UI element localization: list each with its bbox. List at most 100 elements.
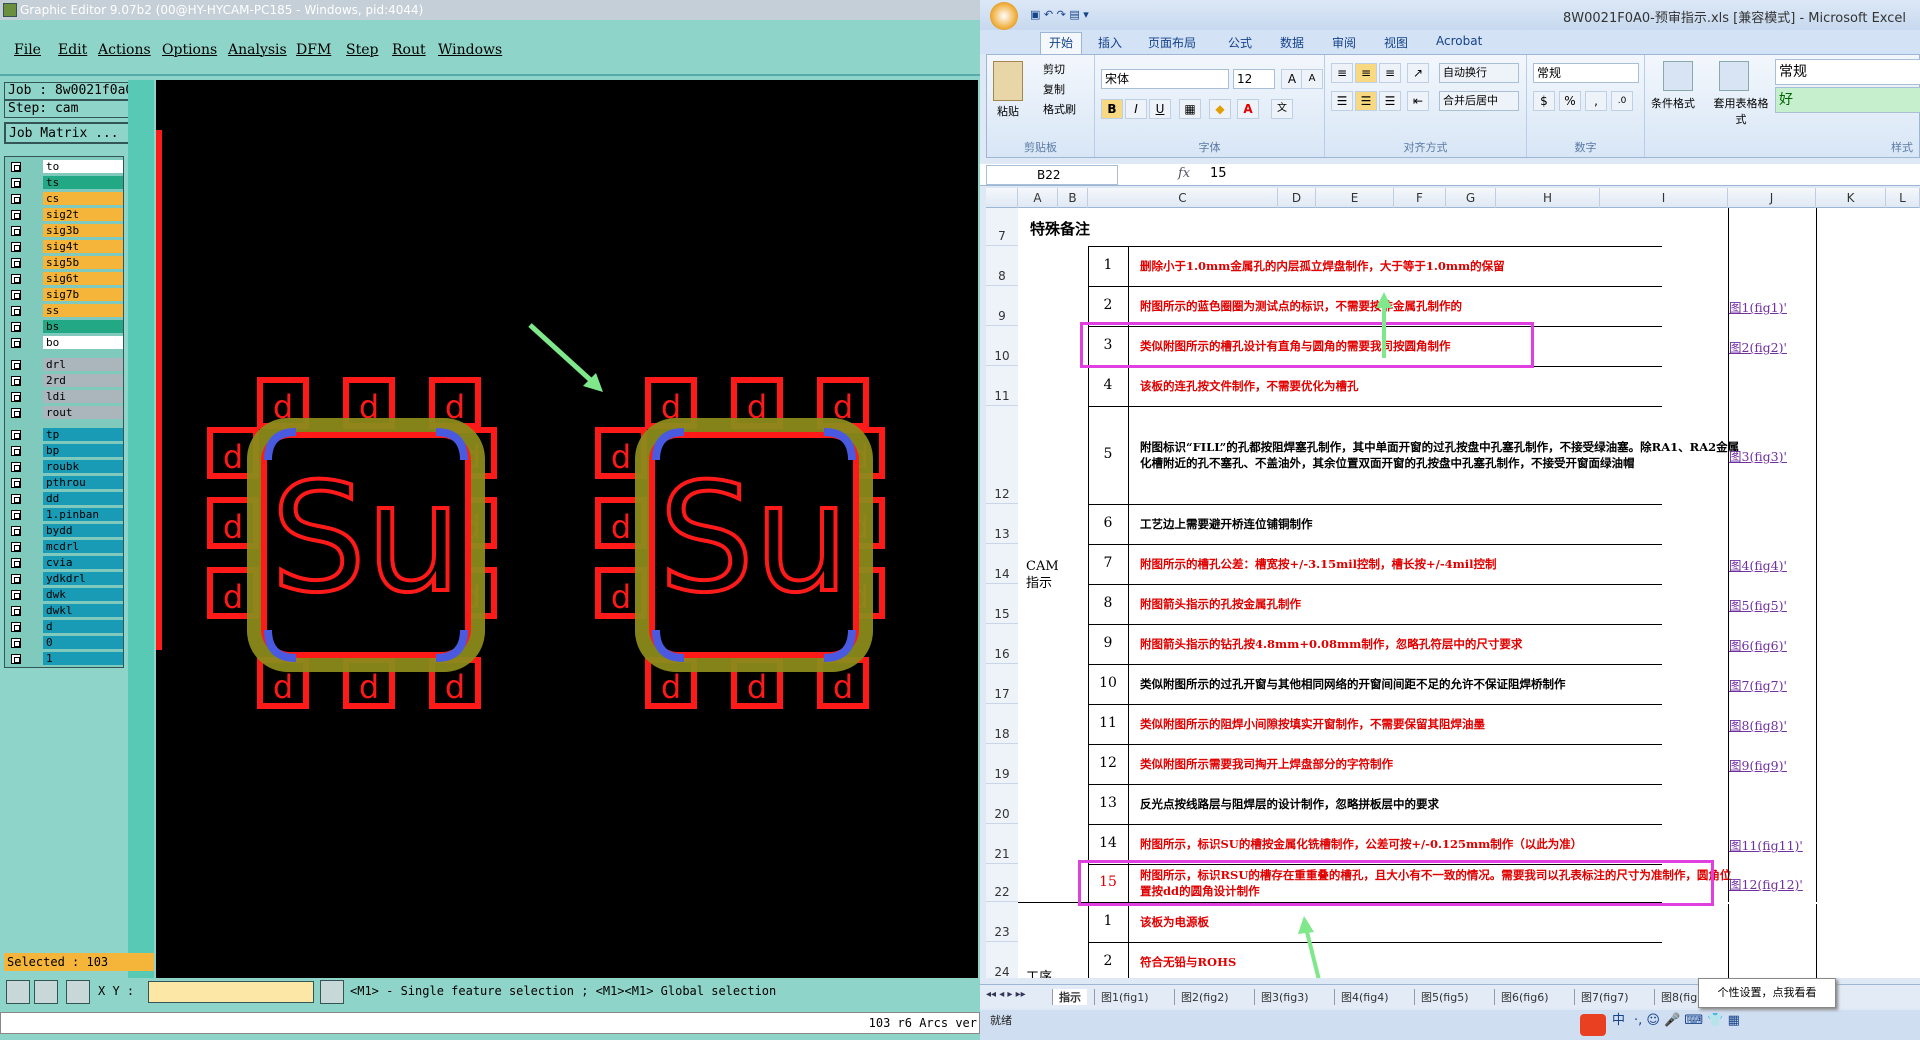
layer-checkbox[interactable] (11, 290, 21, 300)
layer-checkbox[interactable] (11, 162, 21, 172)
figure-link[interactable]: 图11(fig11)' (1729, 835, 1815, 854)
quick-access-icons[interactable]: ▣ ↶ ↷ ▤ ▾ (1030, 8, 1089, 21)
layer-checkbox[interactable] (11, 194, 21, 204)
layer-checkbox[interactable] (11, 210, 21, 220)
item-number[interactable]: 11 (1088, 715, 1128, 731)
layer-row-to[interactable]: to (5, 159, 125, 174)
row-header[interactable]: 8 (986, 246, 1018, 286)
item-number[interactable]: 12 (1088, 755, 1128, 771)
instruction-text[interactable]: 附图所示的蓝色圈圈为测试点的标识，不需要按非金属孔制作的 (1140, 298, 1740, 314)
sheet-tab[interactable]: 图2(fig2) (1174, 989, 1235, 1005)
layer-checkbox[interactable] (11, 590, 21, 600)
layer-checkbox[interactable] (11, 606, 21, 616)
align-bottom-icon[interactable]: ≡ (1379, 63, 1401, 83)
formula-input[interactable]: 15 (1200, 165, 1916, 185)
instruction-text[interactable]: 附图标识“FILL”的孔都按阻焊塞孔制作，其中单面开窗的过孔按盘中孔塞孔制作，不… (1140, 439, 1740, 471)
grid-tool-icon[interactable] (66, 980, 90, 1004)
snap-tool-icon[interactable] (320, 980, 344, 1004)
layer-checkbox[interactable] (11, 178, 21, 188)
item-number[interactable]: 5 (1088, 446, 1128, 462)
item-number[interactable]: 8 (1088, 595, 1128, 611)
decimal-icon[interactable]: .0 (1611, 91, 1633, 111)
item-number[interactable]: 13 (1088, 795, 1128, 811)
table-format-label[interactable]: 套用表格格式 (1711, 95, 1771, 127)
menu-file[interactable]: File (14, 42, 41, 58)
currency-icon[interactable]: $ (1533, 91, 1555, 111)
menu-windows[interactable]: Windows (438, 42, 502, 58)
layer-row-ss[interactable]: ss (5, 303, 125, 318)
column-header-E[interactable]: E (1316, 188, 1394, 208)
layer-row-dwk[interactable]: dwk (5, 587, 125, 602)
tab-insert[interactable]: 插入 (1098, 34, 1122, 51)
sheet-tab[interactable]: 图6(fig6) (1494, 989, 1555, 1005)
tab-home[interactable]: 开始 (1040, 32, 1083, 54)
tab-formulas[interactable]: 公式 (1228, 34, 1252, 51)
item-number[interactable]: 1 (1088, 257, 1128, 273)
tab-acrobat[interactable]: Acrobat (1436, 34, 1482, 48)
row-header[interactable]: 20 (986, 784, 1018, 824)
layer-checkbox[interactable] (11, 510, 21, 520)
layer-checkbox[interactable] (11, 376, 21, 386)
column-header-F[interactable]: F (1394, 188, 1446, 208)
layer-row-mcdrl[interactable]: mcdrl (5, 539, 125, 554)
item-number[interactable]: 2 (1088, 297, 1128, 313)
sheet-tab[interactable]: 图7(fig7) (1574, 989, 1635, 1005)
menu-actions[interactable]: Actions (98, 42, 151, 58)
tab-review[interactable]: 审阅 (1332, 34, 1356, 51)
instruction-text[interactable]: 该板为电源板 (1140, 914, 1740, 930)
select-all-corner[interactable] (986, 188, 1018, 208)
percent-icon[interactable]: % (1559, 91, 1581, 111)
sheet-nav-icons[interactable]: ◂◂ ◂ ▸ ▸▸ (986, 989, 1026, 1000)
layer-row-bs[interactable]: bs (5, 319, 125, 334)
column-header-K[interactable]: K (1816, 188, 1886, 208)
item-number[interactable]: 6 (1088, 515, 1128, 531)
align-left-icon[interactable]: ☰ (1331, 91, 1353, 111)
layer-checkbox[interactable] (11, 430, 21, 440)
row-header[interactable]: 9 (986, 286, 1018, 326)
row-header[interactable]: 13 (986, 504, 1018, 544)
row-header[interactable]: 21 (986, 824, 1018, 864)
layer-checkbox[interactable] (11, 360, 21, 370)
font-color-icon[interactable]: A (1237, 99, 1259, 119)
row-header[interactable]: 14 (986, 544, 1018, 584)
column-header-C[interactable]: C (1088, 188, 1278, 208)
row-header[interactable]: 11 (986, 366, 1018, 406)
figure-link[interactable]: 图2(fig2)' (1729, 337, 1815, 356)
bold-icon[interactable]: B (1101, 99, 1123, 119)
column-header-J[interactable]: J (1728, 188, 1816, 208)
layer-row-sig2t[interactable]: sig2t (5, 207, 125, 222)
layer-row-cvia[interactable]: cvia (5, 555, 125, 570)
figure-link[interactable]: 图8(fig8)' (1729, 715, 1815, 734)
cut-button[interactable]: 剪切 (1043, 61, 1065, 77)
instruction-text[interactable]: 类似附图所示的过孔开窗与其他相同网络的开窗间间距不足的允许不保证阻焊桥制作 (1140, 676, 1740, 692)
layer-row-d[interactable]: d (5, 619, 125, 634)
row-header[interactable]: 16 (986, 624, 1018, 664)
layer-row-ydkdrl[interactable]: ydkdrl (5, 571, 125, 586)
layer-checkbox[interactable] (11, 322, 21, 332)
layer-checkbox[interactable] (11, 526, 21, 536)
office-button-icon[interactable] (990, 2, 1018, 30)
align-right-icon[interactable]: ☰ (1379, 91, 1401, 111)
item-number[interactable]: 1 (1088, 913, 1128, 929)
function-icon[interactable]: fx (1178, 166, 1190, 181)
ime-logo-icon[interactable] (1580, 1014, 1606, 1036)
layer-row-sig7b[interactable]: sig7b (5, 287, 125, 302)
row-header[interactable]: 19 (986, 744, 1018, 784)
indent-decrease-icon[interactable]: ⇤ (1407, 91, 1429, 111)
conditional-format-label[interactable]: 条件格式 (1651, 95, 1695, 111)
name-box[interactable]: B22 (986, 165, 1118, 185)
row-header[interactable]: 10 (986, 326, 1018, 366)
layer-row-1[interactable]: 1 (5, 651, 125, 666)
item-number[interactable]: 2 (1088, 953, 1128, 969)
tab-view[interactable]: 视图 (1384, 34, 1408, 51)
menu-dfm[interactable]: DFM (296, 42, 331, 58)
layer-checkbox[interactable] (11, 408, 21, 418)
column-header-H[interactable]: H (1496, 188, 1600, 208)
item-number[interactable]: 9 (1088, 635, 1128, 651)
layer-checkbox[interactable] (11, 242, 21, 252)
instruction-text[interactable]: 反光点按线路层与阻焊层的设计制作，忽略拼板层中的要求 (1140, 796, 1740, 812)
column-header-D[interactable]: D (1278, 188, 1316, 208)
item-number[interactable]: 14 (1088, 835, 1128, 851)
instruction-text[interactable]: 附图所示，标识SU的槽按金属化铣槽制作，公差可按+/-0.125mm制作（以此为… (1140, 836, 1740, 852)
figure-link[interactable]: 图1(fig1)' (1729, 297, 1815, 316)
